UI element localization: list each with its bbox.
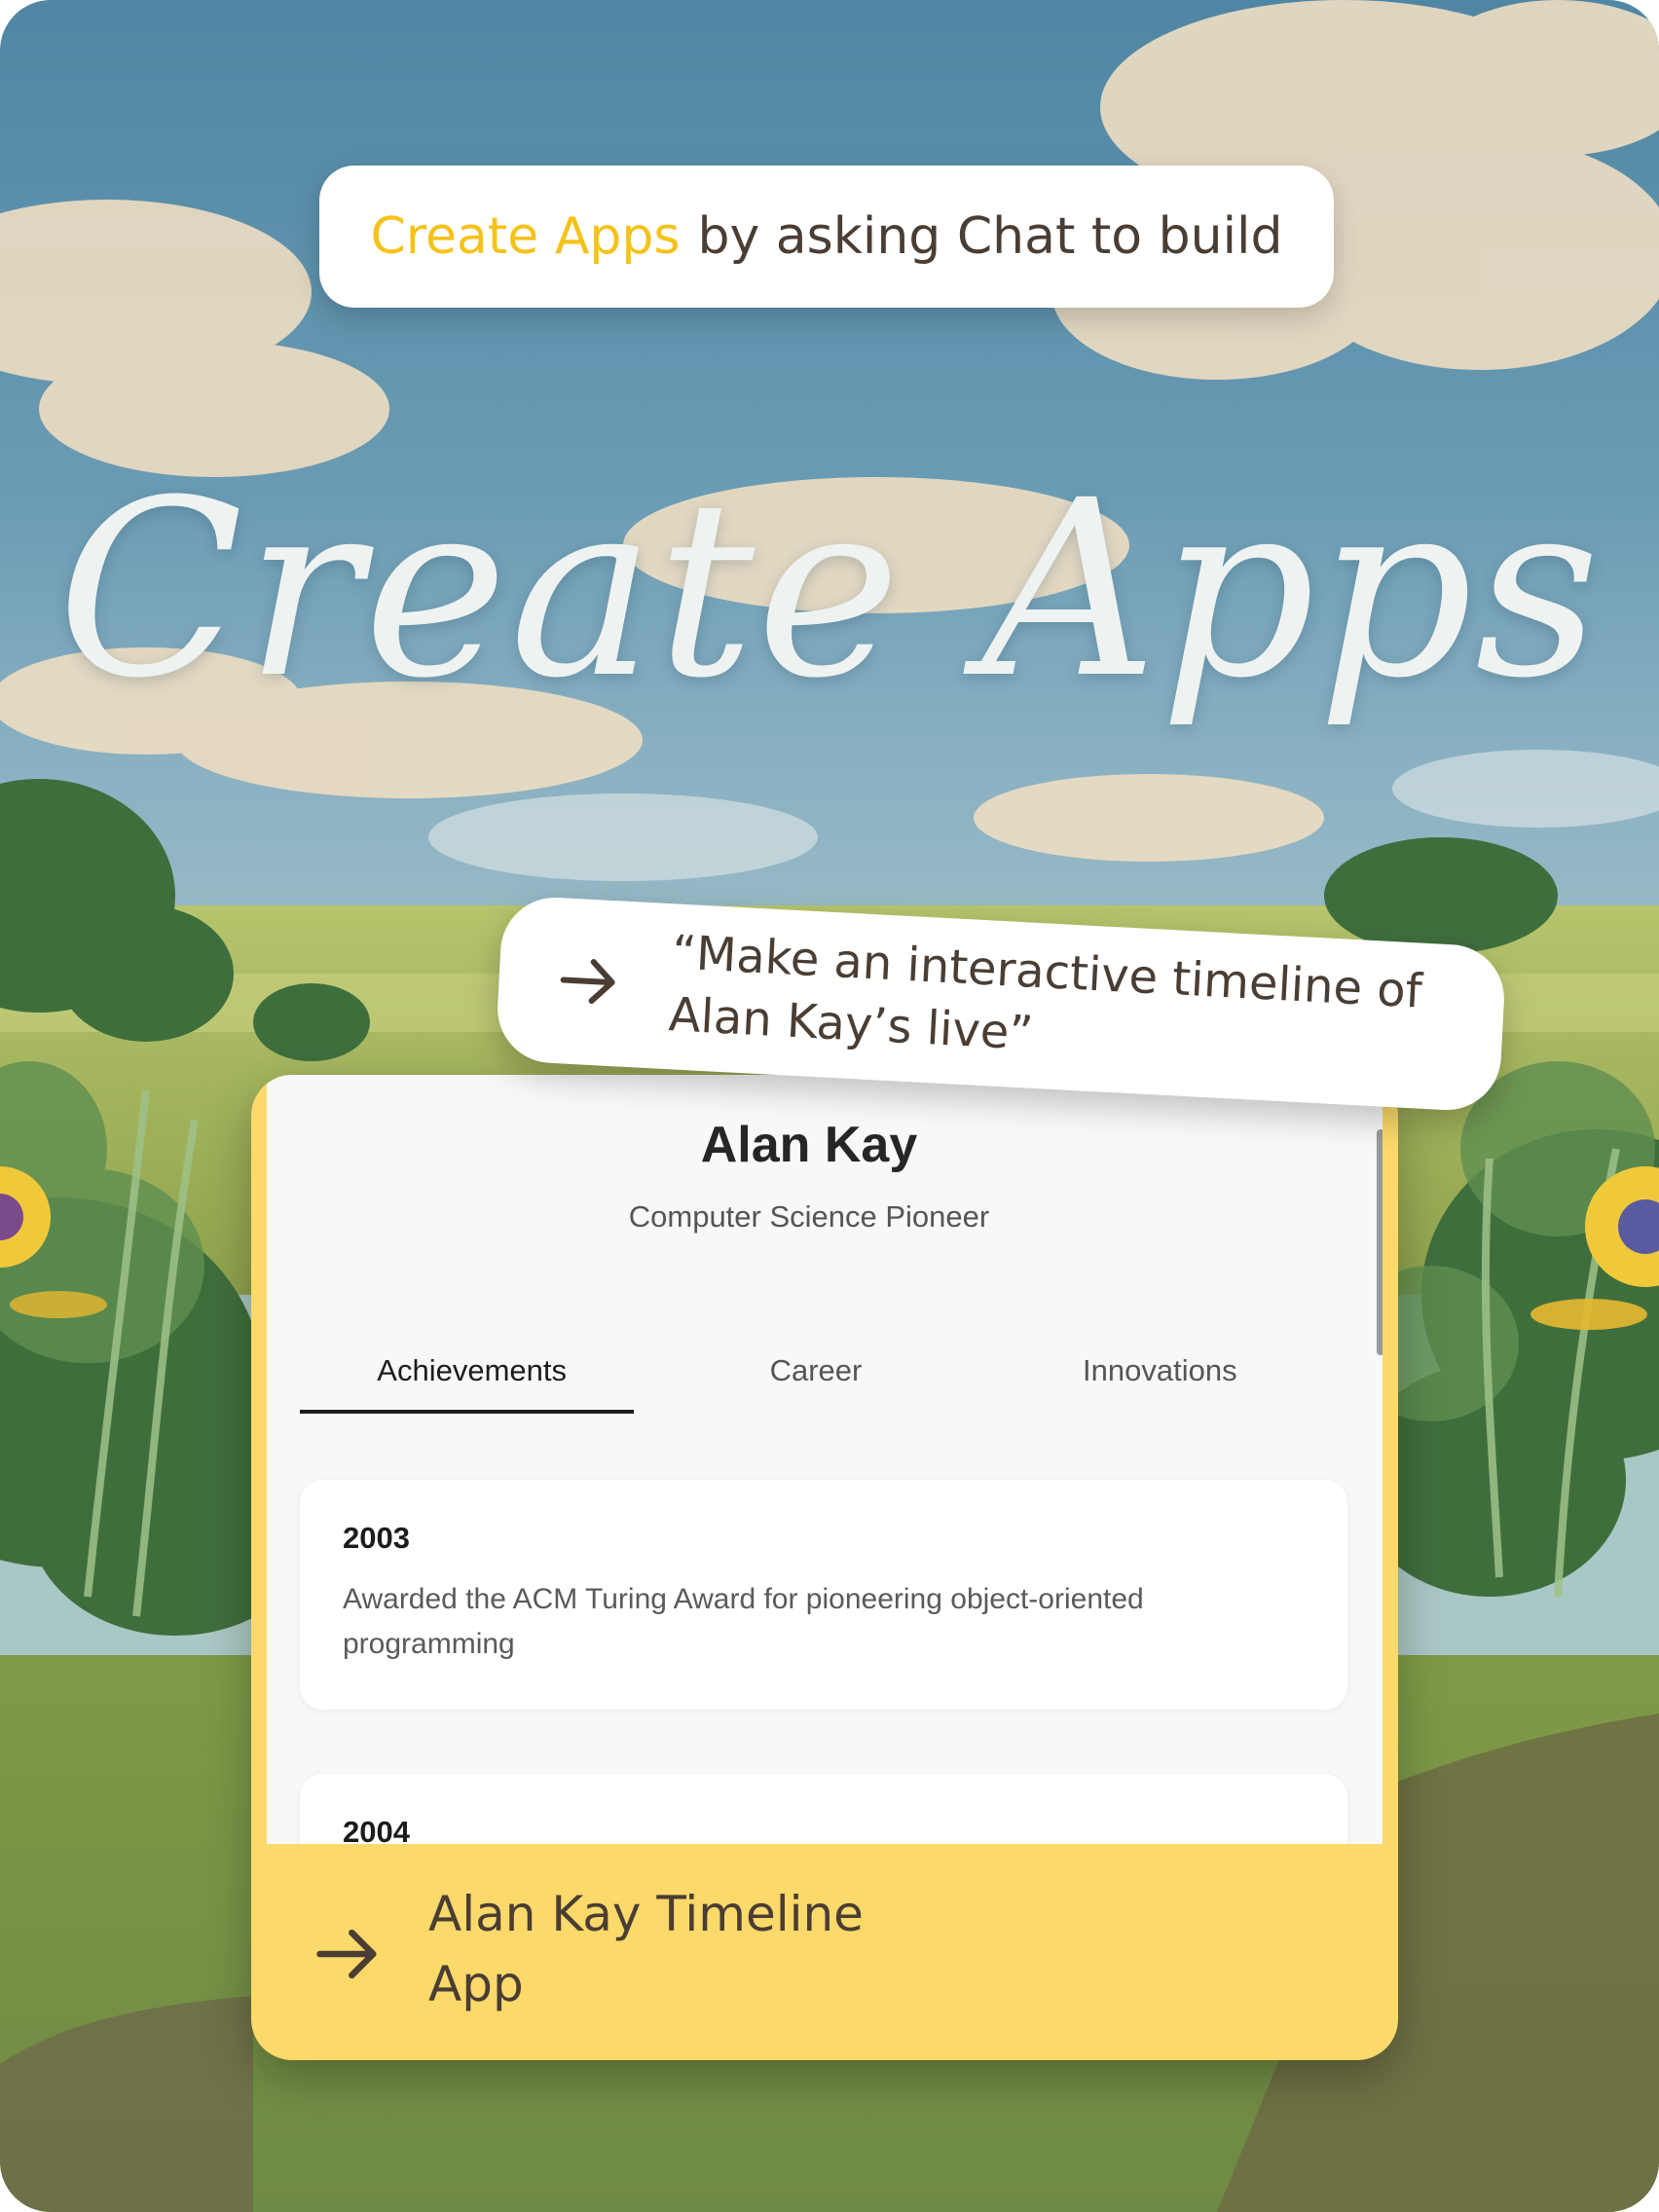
arrow-right-icon xyxy=(316,1929,377,1979)
app-person-name: Alan Kay xyxy=(700,1117,918,1173)
headline-rest: by asking Chat to build xyxy=(697,207,1283,266)
entry-year: 2004 xyxy=(343,1815,410,1844)
tab-career[interactable]: Career xyxy=(644,1347,987,1418)
screen-frame: Create Apps by asking Chat to build Crea… xyxy=(0,0,1659,2212)
hero-title: Create Apps xyxy=(56,448,1603,731)
scrollbar[interactable] xyxy=(1377,1129,1382,1355)
timeline-entry: 2003 Awarded the ACM Turing Award for pi… xyxy=(300,1480,1347,1710)
timeline-entry: 2004 xyxy=(300,1774,1347,1844)
arrow-right-icon xyxy=(560,959,615,1004)
app-person-subtitle: Computer Science Pioneer xyxy=(628,1199,990,1234)
tab-innovations[interactable]: Innovations xyxy=(988,1347,1332,1418)
tab-bar: Achievements Career Innovations xyxy=(300,1347,1332,1418)
headline-highlight: Create Apps xyxy=(370,207,681,266)
entry-description: Awarded the ACM Turing Award for pioneer… xyxy=(343,1583,1144,1660)
entry-year: 2003 xyxy=(343,1521,410,1555)
tab-achievements[interactable]: Achievements xyxy=(300,1347,644,1418)
app-preview-card[interactable]: Alan Kay Computer Science Pioneer Achiev… xyxy=(251,1075,1398,2060)
app-title-label: Alan Kay Timeline App xyxy=(428,1886,864,2012)
timeline-app: Alan Kay Computer Science Pioneer Achiev… xyxy=(267,1075,1382,1844)
prompt-text: “Make an interactive timeline of Alan Ka… xyxy=(667,925,1423,1061)
app-footer[interactable]: Alan Kay Timeline App xyxy=(251,1844,1398,2060)
headline-pill: Create Apps by asking Chat to build xyxy=(319,166,1334,308)
